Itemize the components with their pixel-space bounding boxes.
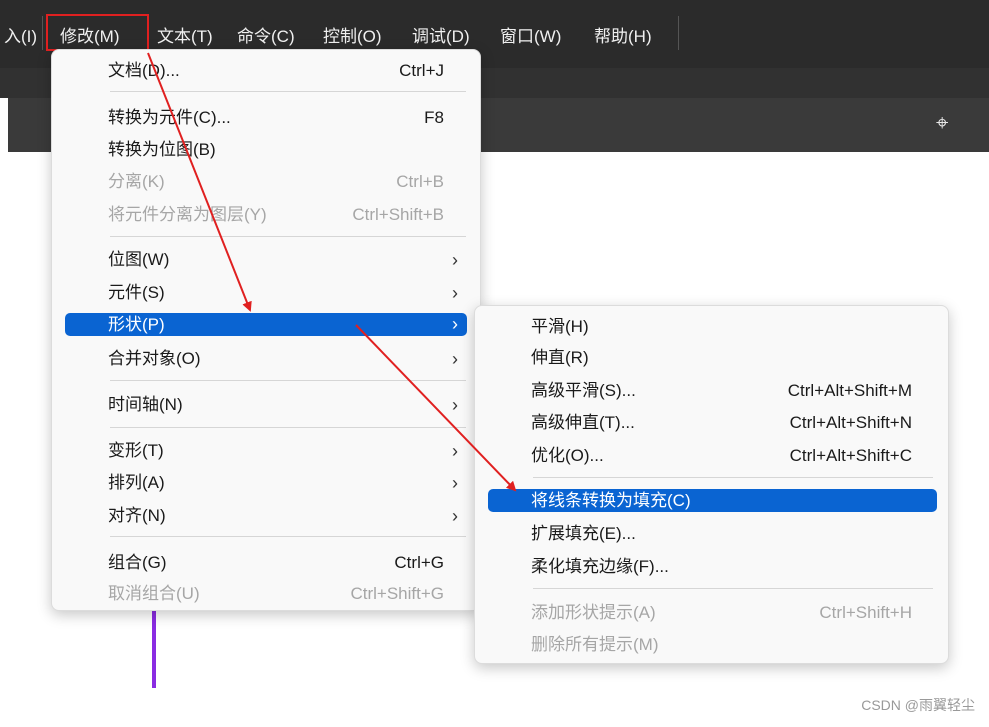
menu-item-advanced-straighten[interactable]: 高级伸直(T)... Ctrl+Alt+Shift+N	[475, 410, 948, 436]
menu-item-shortcut: Ctrl+B	[396, 172, 444, 191]
menu-item-ungroup: 取消组合(U) Ctrl+Shift+G	[52, 581, 480, 607]
menu-help[interactable]: 帮助(H)	[594, 22, 652, 47]
menu-item-arrange[interactable]: 排列(A) ›	[52, 470, 480, 496]
menu-item-document[interactable]: 文档(D)... Ctrl+J	[52, 58, 480, 84]
menu-item-label: 优化(O)...	[531, 446, 604, 465]
menu-item-label: 组合(G)	[108, 553, 167, 572]
menu-item-bitmap[interactable]: 位图(W) ›	[52, 247, 480, 273]
menu-item-label: 排列(A)	[108, 473, 165, 492]
menu-item-break-apart: 分离(K) Ctrl+B	[52, 169, 480, 195]
menu-item-align[interactable]: 对齐(N) ›	[52, 503, 480, 529]
chevron-right-icon: ›	[452, 314, 458, 334]
menu-separator	[42, 16, 43, 50]
chevron-right-icon: ›	[452, 250, 458, 270]
menu-item-add-shape-hint: 添加形状提示(A) Ctrl+Shift+H	[475, 600, 948, 626]
menu-item-label: 转换为元件(C)...	[108, 108, 231, 127]
menu-text[interactable]: 文本(T)	[157, 22, 213, 47]
modify-menu: 文档(D)... Ctrl+J 转换为元件(C)... F8 转换为位图(B) …	[51, 49, 481, 611]
menu-item-group[interactable]: 组合(G) Ctrl+G	[52, 550, 480, 576]
menu-item-shortcut: Ctrl+Alt+Shift+M	[787, 381, 912, 400]
menu-insert[interactable]: 入(I)	[4, 22, 37, 47]
menu-item-label: 柔化填充边缘(F)...	[531, 557, 669, 576]
menu-item-shortcut: Ctrl+Shift+H	[819, 603, 912, 622]
menu-item-label: 形状(P)	[108, 315, 165, 334]
menu-item-shortcut: Ctrl+G	[394, 553, 444, 572]
menu-item-label: 位图(W)	[108, 250, 170, 269]
menu-item-combine-objects[interactable]: 合并对象(O) ›	[52, 346, 480, 372]
menu-item-transform[interactable]: 变形(T) ›	[52, 438, 480, 464]
menu-item-label: 取消组合(U)	[108, 584, 200, 603]
shape-submenu: 平滑(H) 伸直(R) 高级平滑(S)... Ctrl+Alt+Shift+M …	[474, 305, 949, 664]
menu-item-symbol[interactable]: 元件(S) ›	[52, 280, 480, 306]
menu-window[interactable]: 窗口(W)	[500, 22, 561, 47]
menu-item-label: 变形(T)	[108, 441, 164, 460]
menu-item-label: 扩展填充(E)...	[531, 524, 636, 543]
menu-commands[interactable]: 命令(C)	[237, 22, 295, 47]
menu-item-convert-to-bitmap[interactable]: 转换为位图(B)	[52, 137, 480, 163]
menu-item-label: 时间轴(N)	[108, 395, 183, 414]
chevron-right-icon: ›	[452, 441, 458, 461]
menu-item-label: 高级伸直(T)...	[531, 413, 635, 432]
menu-item-shape[interactable]: 形状(P) ›	[65, 313, 467, 336]
menu-item-soften-fill-edges[interactable]: 柔化填充边缘(F)...	[475, 554, 948, 580]
chevron-right-icon: ›	[452, 395, 458, 415]
menu-item-label: 平滑(H)	[531, 317, 589, 336]
chevron-right-icon: ›	[452, 506, 458, 526]
menu-item-remove-all-hints: 删除所有提示(M)	[475, 632, 948, 658]
menu-item-label: 添加形状提示(A)	[531, 603, 656, 622]
menu-item-label: 文档(D)...	[108, 61, 180, 80]
chevron-right-icon: ›	[452, 283, 458, 303]
menu-control[interactable]: 控制(O)	[323, 22, 382, 47]
menu-item-shortcut: Ctrl+Alt+Shift+N	[789, 413, 912, 432]
menu-item-label: 元件(S)	[108, 283, 165, 302]
menu-divider	[110, 536, 466, 537]
menu-divider	[533, 588, 933, 589]
menu-divider	[110, 427, 466, 428]
menu-item-label: 转换为位图(B)	[108, 140, 216, 159]
menu-item-optimize[interactable]: 优化(O)... Ctrl+Alt+Shift+C	[475, 443, 948, 469]
menu-item-label: 分离(K)	[108, 172, 165, 191]
menu-item-label: 高级平滑(S)...	[531, 381, 636, 400]
menu-item-timeline[interactable]: 时间轴(N) ›	[52, 392, 480, 418]
menu-item-convert-lines-to-fills[interactable]: 将线条转换为填充(C)	[488, 489, 937, 512]
menu-item-break-to-layers: 将元件分离为图层(Y) Ctrl+Shift+B	[52, 202, 480, 228]
crosshair-icon[interactable]: ⌖	[936, 110, 948, 136]
menu-divider	[110, 380, 466, 381]
menu-item-label: 合并对象(O)	[108, 349, 201, 368]
menu-item-advanced-smooth[interactable]: 高级平滑(S)... Ctrl+Alt+Shift+M	[475, 378, 948, 404]
menu-item-shortcut: Ctrl+Shift+B	[352, 205, 444, 224]
menu-item-expand-fill[interactable]: 扩展填充(E)...	[475, 521, 948, 547]
menu-item-convert-to-symbol[interactable]: 转换为元件(C)... F8	[52, 105, 480, 131]
menu-divider	[110, 91, 466, 92]
chevron-right-icon: ›	[452, 349, 458, 369]
chevron-right-icon: ›	[452, 473, 458, 493]
menu-item-shortcut: Ctrl+Alt+Shift+C	[789, 446, 912, 465]
menu-debug[interactable]: 调试(D)	[412, 22, 470, 47]
annotation-highlight-box	[46, 14, 149, 51]
menu-item-smooth[interactable]: 平滑(H)	[475, 314, 948, 340]
menu-separator	[678, 16, 679, 50]
menu-item-straighten[interactable]: 伸直(R)	[475, 345, 948, 371]
watermark: CSDN @雨翼轻尘	[861, 697, 975, 713]
menu-divider	[533, 477, 933, 478]
menu-item-shortcut: Ctrl+J	[399, 61, 444, 80]
menu-item-label: 将元件分离为图层(Y)	[108, 205, 267, 224]
menu-item-label: 将线条转换为填充(C)	[531, 491, 691, 510]
menu-item-shortcut: F8	[424, 108, 444, 127]
menu-item-shortcut: Ctrl+Shift+G	[350, 584, 444, 603]
menu-item-label: 对齐(N)	[108, 506, 166, 525]
menu-divider	[110, 236, 466, 237]
menu-item-label: 删除所有提示(M)	[531, 635, 659, 654]
menu-item-label: 伸直(R)	[531, 348, 589, 367]
